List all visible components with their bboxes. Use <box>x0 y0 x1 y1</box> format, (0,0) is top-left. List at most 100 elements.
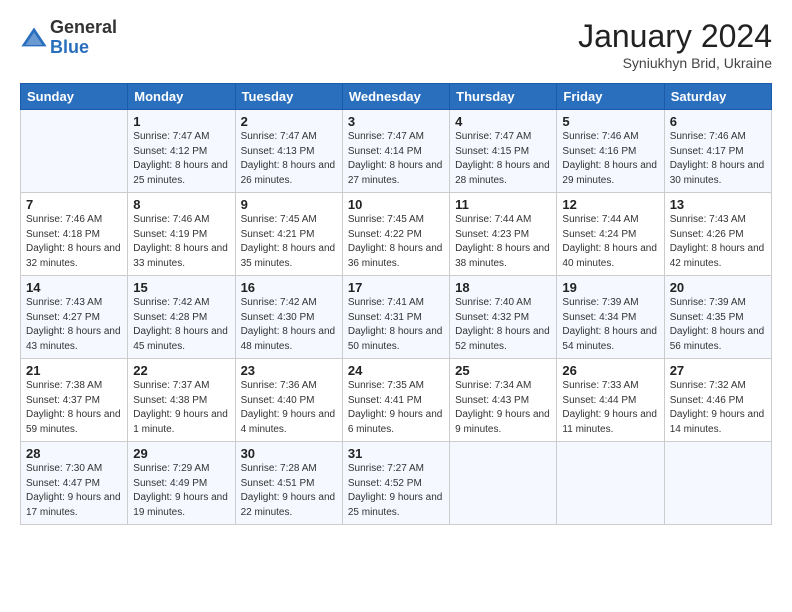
calendar-cell: 11Sunrise: 7:44 AM Sunset: 4:23 PM Dayli… <box>450 193 557 276</box>
calendar-cell: 13Sunrise: 7:43 AM Sunset: 4:26 PM Dayli… <box>664 193 771 276</box>
col-monday: Monday <box>128 84 235 110</box>
day-number: 18 <box>455 280 551 295</box>
calendar-week-row: 1Sunrise: 7:47 AM Sunset: 4:12 PM Daylig… <box>21 110 772 193</box>
day-number: 23 <box>241 363 337 378</box>
day-info: Sunrise: 7:47 AM Sunset: 4:14 PM Dayligh… <box>348 130 444 188</box>
col-wednesday: Wednesday <box>342 84 449 110</box>
day-number: 27 <box>670 363 766 378</box>
day-number: 15 <box>133 280 229 295</box>
logo: General Blue <box>20 18 117 58</box>
month-title: January 2024 <box>578 18 772 55</box>
calendar-week-row: 7Sunrise: 7:46 AM Sunset: 4:18 PM Daylig… <box>21 193 772 276</box>
day-number: 30 <box>241 446 337 461</box>
calendar-cell: 17Sunrise: 7:41 AM Sunset: 4:31 PM Dayli… <box>342 276 449 359</box>
day-number: 13 <box>670 197 766 212</box>
day-number: 14 <box>26 280 122 295</box>
day-info: Sunrise: 7:46 AM Sunset: 4:16 PM Dayligh… <box>562 130 658 188</box>
day-number: 11 <box>455 197 551 212</box>
day-number: 28 <box>26 446 122 461</box>
day-info: Sunrise: 7:36 AM Sunset: 4:40 PM Dayligh… <box>241 379 337 437</box>
subtitle: Syniukhyn Brid, Ukraine <box>578 55 772 71</box>
logo-text: General Blue <box>50 18 117 58</box>
calendar-week-row: 21Sunrise: 7:38 AM Sunset: 4:37 PM Dayli… <box>21 359 772 442</box>
col-sunday: Sunday <box>21 84 128 110</box>
calendar-cell: 31Sunrise: 7:27 AM Sunset: 4:52 PM Dayli… <box>342 442 449 525</box>
day-number: 12 <box>562 197 658 212</box>
day-info: Sunrise: 7:37 AM Sunset: 4:38 PM Dayligh… <box>133 379 229 437</box>
day-info: Sunrise: 7:44 AM Sunset: 4:23 PM Dayligh… <box>455 213 551 271</box>
day-number: 1 <box>133 114 229 129</box>
calendar-cell: 27Sunrise: 7:32 AM Sunset: 4:46 PM Dayli… <box>664 359 771 442</box>
calendar-cell <box>664 442 771 525</box>
calendar-cell: 2Sunrise: 7:47 AM Sunset: 4:13 PM Daylig… <box>235 110 342 193</box>
day-info: Sunrise: 7:39 AM Sunset: 4:35 PM Dayligh… <box>670 296 766 354</box>
day-info: Sunrise: 7:27 AM Sunset: 4:52 PM Dayligh… <box>348 462 444 520</box>
calendar-cell: 5Sunrise: 7:46 AM Sunset: 4:16 PM Daylig… <box>557 110 664 193</box>
calendar-cell: 10Sunrise: 7:45 AM Sunset: 4:22 PM Dayli… <box>342 193 449 276</box>
day-info: Sunrise: 7:42 AM Sunset: 4:30 PM Dayligh… <box>241 296 337 354</box>
calendar-cell: 7Sunrise: 7:46 AM Sunset: 4:18 PM Daylig… <box>21 193 128 276</box>
col-thursday: Thursday <box>450 84 557 110</box>
calendar-cell <box>21 110 128 193</box>
day-info: Sunrise: 7:35 AM Sunset: 4:41 PM Dayligh… <box>348 379 444 437</box>
day-number: 25 <box>455 363 551 378</box>
page: General Blue January 2024 Syniukhyn Brid… <box>0 0 792 612</box>
day-info: Sunrise: 7:46 AM Sunset: 4:19 PM Dayligh… <box>133 213 229 271</box>
calendar-cell: 25Sunrise: 7:34 AM Sunset: 4:43 PM Dayli… <box>450 359 557 442</box>
col-tuesday: Tuesday <box>235 84 342 110</box>
calendar-cell: 29Sunrise: 7:29 AM Sunset: 4:49 PM Dayli… <box>128 442 235 525</box>
day-number: 5 <box>562 114 658 129</box>
day-number: 29 <box>133 446 229 461</box>
day-info: Sunrise: 7:47 AM Sunset: 4:15 PM Dayligh… <box>455 130 551 188</box>
logo-icon <box>20 24 48 52</box>
logo-general-text: General <box>50 17 117 37</box>
day-number: 17 <box>348 280 444 295</box>
title-block: January 2024 Syniukhyn Brid, Ukraine <box>578 18 772 71</box>
day-number: 19 <box>562 280 658 295</box>
day-info: Sunrise: 7:30 AM Sunset: 4:47 PM Dayligh… <box>26 462 122 520</box>
calendar-cell: 4Sunrise: 7:47 AM Sunset: 4:15 PM Daylig… <box>450 110 557 193</box>
day-info: Sunrise: 7:43 AM Sunset: 4:26 PM Dayligh… <box>670 213 766 271</box>
day-info: Sunrise: 7:29 AM Sunset: 4:49 PM Dayligh… <box>133 462 229 520</box>
calendar-cell: 14Sunrise: 7:43 AM Sunset: 4:27 PM Dayli… <box>21 276 128 359</box>
calendar-cell: 23Sunrise: 7:36 AM Sunset: 4:40 PM Dayli… <box>235 359 342 442</box>
day-info: Sunrise: 7:42 AM Sunset: 4:28 PM Dayligh… <box>133 296 229 354</box>
calendar-cell: 3Sunrise: 7:47 AM Sunset: 4:14 PM Daylig… <box>342 110 449 193</box>
day-number: 4 <box>455 114 551 129</box>
calendar-cell <box>450 442 557 525</box>
calendar-cell: 28Sunrise: 7:30 AM Sunset: 4:47 PM Dayli… <box>21 442 128 525</box>
day-info: Sunrise: 7:47 AM Sunset: 4:13 PM Dayligh… <box>241 130 337 188</box>
day-number: 10 <box>348 197 444 212</box>
day-number: 7 <box>26 197 122 212</box>
calendar-week-row: 28Sunrise: 7:30 AM Sunset: 4:47 PM Dayli… <box>21 442 772 525</box>
day-info: Sunrise: 7:32 AM Sunset: 4:46 PM Dayligh… <box>670 379 766 437</box>
day-info: Sunrise: 7:41 AM Sunset: 4:31 PM Dayligh… <box>348 296 444 354</box>
calendar-cell: 9Sunrise: 7:45 AM Sunset: 4:21 PM Daylig… <box>235 193 342 276</box>
calendar-table: Sunday Monday Tuesday Wednesday Thursday… <box>20 83 772 525</box>
logo-blue-text: Blue <box>50 37 89 57</box>
day-number: 22 <box>133 363 229 378</box>
day-info: Sunrise: 7:28 AM Sunset: 4:51 PM Dayligh… <box>241 462 337 520</box>
day-number: 16 <box>241 280 337 295</box>
day-info: Sunrise: 7:45 AM Sunset: 4:21 PM Dayligh… <box>241 213 337 271</box>
day-info: Sunrise: 7:43 AM Sunset: 4:27 PM Dayligh… <box>26 296 122 354</box>
calendar-cell: 16Sunrise: 7:42 AM Sunset: 4:30 PM Dayli… <box>235 276 342 359</box>
day-number: 24 <box>348 363 444 378</box>
calendar-cell <box>557 442 664 525</box>
day-info: Sunrise: 7:38 AM Sunset: 4:37 PM Dayligh… <box>26 379 122 437</box>
col-saturday: Saturday <box>664 84 771 110</box>
calendar-cell: 6Sunrise: 7:46 AM Sunset: 4:17 PM Daylig… <box>664 110 771 193</box>
calendar-cell: 24Sunrise: 7:35 AM Sunset: 4:41 PM Dayli… <box>342 359 449 442</box>
day-info: Sunrise: 7:33 AM Sunset: 4:44 PM Dayligh… <box>562 379 658 437</box>
calendar-cell: 19Sunrise: 7:39 AM Sunset: 4:34 PM Dayli… <box>557 276 664 359</box>
day-number: 9 <box>241 197 337 212</box>
day-info: Sunrise: 7:46 AM Sunset: 4:17 PM Dayligh… <box>670 130 766 188</box>
calendar-cell: 30Sunrise: 7:28 AM Sunset: 4:51 PM Dayli… <box>235 442 342 525</box>
calendar-cell: 8Sunrise: 7:46 AM Sunset: 4:19 PM Daylig… <box>128 193 235 276</box>
calendar-cell: 15Sunrise: 7:42 AM Sunset: 4:28 PM Dayli… <box>128 276 235 359</box>
day-number: 31 <box>348 446 444 461</box>
day-info: Sunrise: 7:39 AM Sunset: 4:34 PM Dayligh… <box>562 296 658 354</box>
day-info: Sunrise: 7:40 AM Sunset: 4:32 PM Dayligh… <box>455 296 551 354</box>
day-info: Sunrise: 7:45 AM Sunset: 4:22 PM Dayligh… <box>348 213 444 271</box>
calendar-cell: 12Sunrise: 7:44 AM Sunset: 4:24 PM Dayli… <box>557 193 664 276</box>
